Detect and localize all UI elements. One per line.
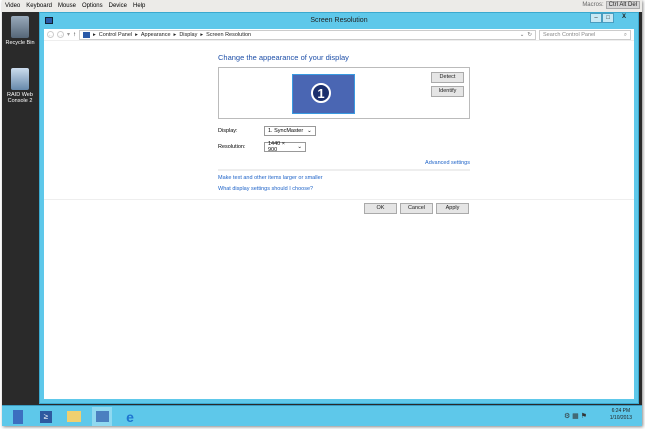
refresh-icon[interactable]: ↻ [527, 32, 532, 38]
chevron-down-icon: ⌄ [307, 128, 312, 134]
crumb-appearance[interactable]: Appearance [141, 32, 171, 38]
ctrl-alt-del-button[interactable]: Ctrl Alt Del [605, 1, 640, 9]
desktop-icon-raid-console[interactable]: RAID Web Console 2 [5, 68, 35, 104]
apply-button[interactable]: Apply [436, 203, 469, 214]
advanced-settings-link[interactable]: Advanced settings [425, 160, 470, 166]
resolution-value: 1440 × 900 [268, 141, 285, 153]
control-panel-icon [45, 17, 53, 24]
recent-dropdown-icon[interactable]: ▾ [67, 31, 70, 38]
crumb-control-panel[interactable]: Control Panel [99, 32, 132, 38]
screen-resolution-window: Screen Resolution – □ X ← → ▾ ↑ ▸ Contro… [39, 12, 639, 404]
tray-icons[interactable]: ⚙ ▦ ⚑ [564, 412, 587, 420]
display-help-link[interactable]: What display settings should I choose? [218, 186, 313, 192]
resolution-select[interactable]: 1440 × 900 ⌄ [264, 141, 306, 153]
menu-video[interactable]: Video [5, 3, 20, 9]
desktop-icon-label: RAID Web Console 2 [7, 92, 33, 104]
chevron-down-icon: ⌄ [297, 144, 302, 150]
file-explorer-icon[interactable] [64, 407, 84, 426]
close-button[interactable]: X [614, 13, 634, 23]
recycle-bin-icon [11, 16, 29, 38]
identify-button[interactable]: Identify [431, 86, 464, 97]
desktop-icon-recycle-bin[interactable]: Recycle Bin [5, 16, 35, 46]
clock-time: 6:24 PM [611, 408, 631, 414]
internet-explorer-icon[interactable]: e [120, 407, 140, 426]
cancel-button[interactable]: Cancel [400, 203, 433, 214]
divider [218, 169, 470, 171]
menu-options[interactable]: Options [82, 3, 103, 9]
breadcrumb[interactable]: ▸ Control Panel ▸ Appearance ▸ Display ▸ Sc… [79, 29, 536, 40]
menu-keyboard[interactable]: Keyboard [26, 3, 52, 9]
desktop-icon-label: Recycle Bin [5, 40, 35, 46]
powershell-icon[interactable]: ≥ [36, 407, 56, 426]
search-input[interactable]: Search Control Panel ⌕ [539, 29, 631, 40]
menu-help[interactable]: Help [133, 3, 145, 9]
address-bar: ← → ▾ ↑ ▸ Control Panel ▸ Appearance ▸ Dis… [44, 29, 634, 41]
clock-date: 1/10/2013 [609, 415, 632, 421]
raid-console-icon [11, 68, 29, 90]
display-value: 1. SyncMaster [268, 128, 304, 134]
search-icon: ⌕ [623, 31, 627, 38]
menu-device[interactable]: Device [109, 3, 127, 9]
macros-label: Macros: [582, 2, 604, 8]
resolution-label: Resolution: [218, 144, 246, 150]
display-preview: 1 Detect Identify [218, 67, 470, 119]
text-size-link[interactable]: Make text and other items larger or smal… [218, 175, 323, 181]
remote-console: Video Keyboard Mouse Options Device Help… [2, 0, 642, 426]
ok-button[interactable]: OK [364, 203, 397, 214]
control-panel-icon [83, 31, 91, 38]
title-bar[interactable]: Screen Resolution – □ X [40, 13, 638, 29]
dialog-footer: OK Cancel Apply [44, 199, 634, 214]
crumb-screen-resolution[interactable]: Screen Resolution [206, 32, 251, 38]
forward-icon[interactable]: → [57, 31, 64, 38]
menu-mouse[interactable]: Mouse [58, 3, 76, 9]
monitor-1[interactable]: 1 [292, 74, 355, 114]
console-menubar: Video Keyboard Mouse Options Device Help… [2, 0, 642, 12]
taskbar: ≥ e ⚙ ▦ ⚑ 6:24 PM 1/10/2013 [2, 405, 642, 426]
up-icon[interactable]: ↑ [73, 32, 76, 38]
display-select[interactable]: 1. SyncMaster ⌄ [264, 126, 316, 136]
window-title: Screen Resolution [310, 17, 368, 24]
detect-button[interactable]: Detect [431, 72, 464, 83]
server-manager-icon[interactable] [8, 407, 28, 426]
chevron-down-icon[interactable]: ⌄ [520, 32, 525, 38]
back-icon[interactable]: ← [47, 31, 54, 38]
crumb-display[interactable]: Display [179, 32, 197, 38]
minimize-button[interactable]: – [590, 13, 602, 23]
search-placeholder: Search Control Panel [543, 31, 596, 38]
page-heading: Change the appearance of your display [218, 53, 349, 62]
clock[interactable]: 6:24 PM 1/10/2013 [610, 408, 632, 422]
control-panel-taskbar-icon[interactable] [92, 407, 112, 426]
display-label: Display: [218, 128, 238, 134]
monitor-number: 1 [311, 83, 331, 103]
maximize-button[interactable]: □ [602, 13, 614, 23]
